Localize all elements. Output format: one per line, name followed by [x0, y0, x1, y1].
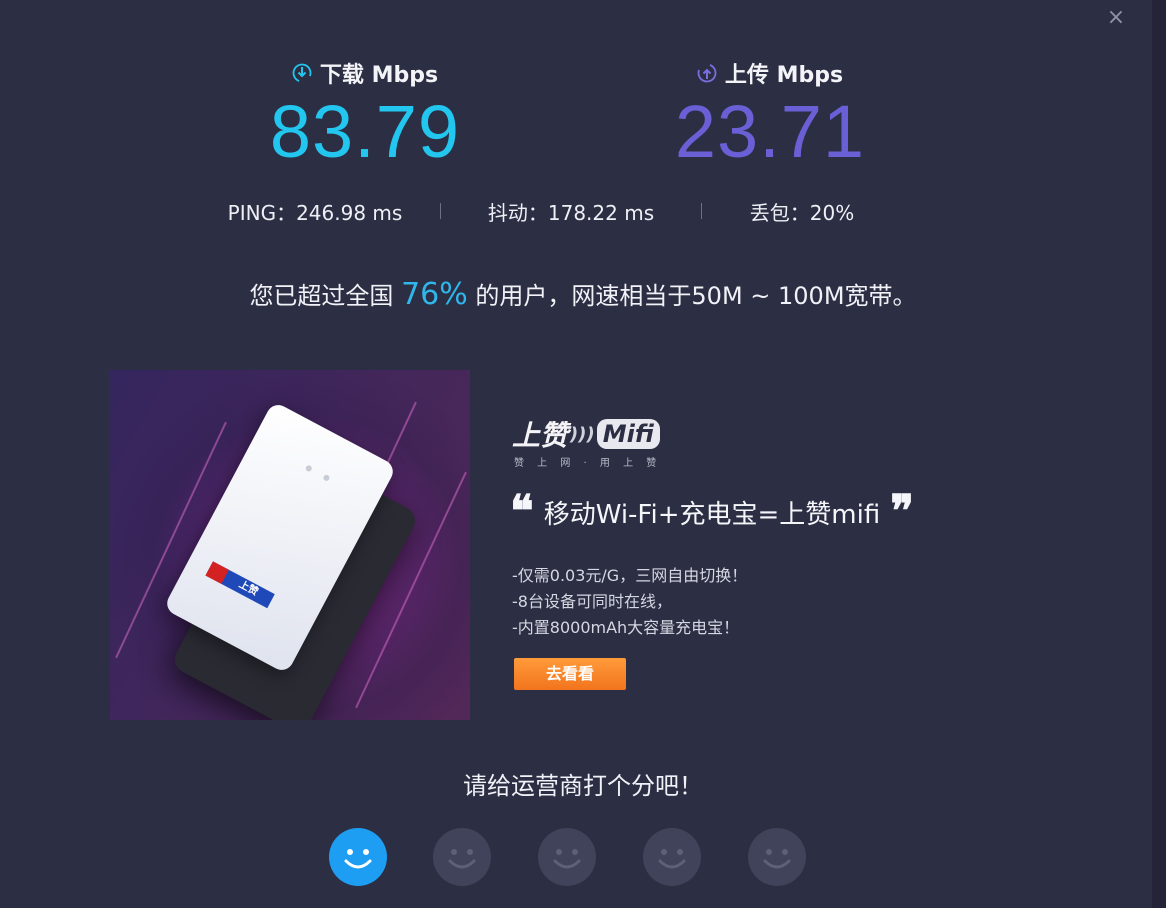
device-logo: 上赞 — [205, 561, 275, 609]
summary-text: 您已超过全国 76% 的用户，网速相当于50M ~ 100M宽带。 — [0, 276, 1166, 312]
summary-suffix: 的用户，网速相当于50M ~ 100M宽带。 — [475, 282, 917, 310]
smiley-icon — [658, 849, 686, 869]
brand-tag: Mifi — [596, 419, 660, 449]
speedtest-result-window: × 下载 Mbps 83.79 上传 Mbps 23.71 PING：246.9… — [0, 0, 1166, 908]
rating-faces — [327, 828, 807, 890]
smiley-icon — [553, 849, 581, 869]
upload-label: 上传 Mbps — [724, 63, 844, 88]
ad-features: -仅需0.03元/G，三网自由切换！ -8台设备可同时在线， -内置8000mA… — [512, 563, 747, 641]
rating-face-2[interactable] — [433, 828, 491, 886]
ping-stat: PING：246.98 ms — [227, 200, 403, 225]
rating-title: 请给运营商打个分吧！ — [463, 772, 703, 800]
brand-name: 上赞 — [512, 419, 569, 452]
download-icon — [292, 63, 312, 83]
smiley-icon — [344, 849, 372, 869]
summary-prefix: 您已超过全国 — [249, 282, 394, 310]
open-quote-icon: ❝ — [510, 486, 534, 537]
download-label: 下载 Mbps — [319, 63, 439, 88]
close-quote-icon: ❞ — [890, 486, 914, 537]
headline-text: 移动Wi-Fi+充电宝=上赞mifi — [543, 499, 881, 530]
brand-logo: 上赞 ))) Mifi — [512, 416, 660, 452]
go-see-button[interactable]: 去看看 — [514, 658, 626, 690]
feature-item: -仅需0.03元/G，三网自由切换！ — [512, 566, 748, 585]
smiley-icon — [448, 849, 476, 869]
rating-face-1[interactable] — [329, 828, 387, 886]
stats-row: PING：246.98 ms 抖动：178.22 ms 丢包：20% — [190, 196, 910, 226]
feature-item: -内置8000mAh大容量充电宝！ — [512, 618, 740, 637]
rating-face-5[interactable] — [748, 828, 806, 886]
smiley-icon — [763, 849, 791, 869]
close-icon[interactable]: × — [1104, 6, 1128, 30]
download-label-row: 下载 Mbps — [250, 58, 480, 88]
upload-label-row: 上传 Mbps — [660, 58, 880, 88]
feature-item: -8台设备可同时在线， — [512, 592, 672, 611]
rating-face-3[interactable] — [538, 828, 596, 886]
summary-percent: 76% — [401, 277, 468, 312]
signal-waves-icon: ))) — [570, 423, 595, 445]
upload-icon — [697, 63, 717, 83]
ad-product-image[interactable]: 上赞 — [110, 370, 470, 720]
brand-slogan: 赞 上 网 · 用 上 赞 — [514, 458, 662, 469]
packet-loss-stat: 丢包：20% — [749, 200, 855, 225]
download-value: 83.79 — [269, 90, 461, 173]
upload-value: 23.71 — [674, 90, 866, 173]
upload-speed-panel: 上传 Mbps 23.71 — [660, 58, 880, 172]
ad-headline: ❝ 移动Wi-Fi+充电宝=上赞mifi ❞ — [510, 490, 914, 534]
download-speed-panel: 下载 Mbps 83.79 — [250, 58, 480, 172]
jitter-stat: 抖动：178.22 ms — [487, 200, 655, 225]
rating-face-4[interactable] — [643, 828, 701, 886]
